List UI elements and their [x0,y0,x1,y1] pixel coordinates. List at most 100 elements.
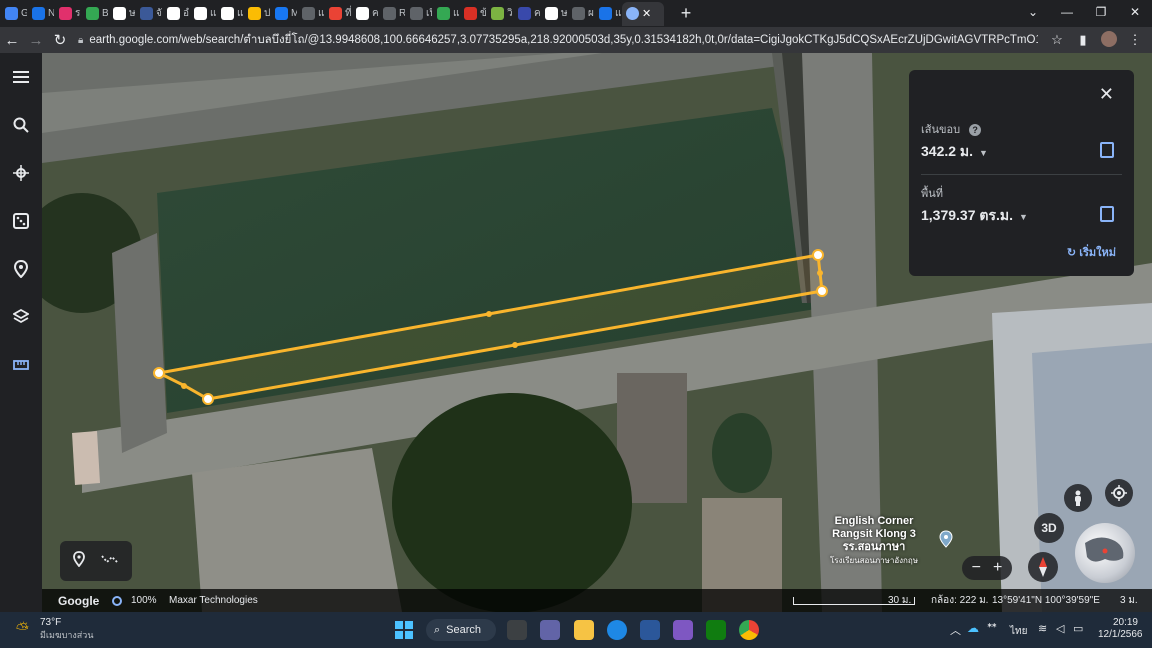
browser-tab[interactable]: ที่ [325,2,351,26]
tab-search-icon[interactable]: ⌄ [1016,0,1050,27]
browser-tab[interactable]: Ne [28,2,54,26]
taskbar-search-icon: ⌕ [434,623,441,636]
help-icon[interactable]: ? [969,124,982,136]
taskbar-search[interactable]: ⌕ Search [426,619,496,641]
wifi-icon[interactable]: ≋ [1038,622,1047,635]
browser-tab[interactable]: รา [55,2,81,26]
url-text[interactable]: earth.google.com/web/search/ตำบลบึงยี่โถ… [89,31,1038,49]
browser-tab[interactable]: แผ [217,2,243,26]
sidepanel-icon[interactable]: ▮ [1072,32,1094,48]
measure-icon[interactable] [9,353,33,377]
browser-tab[interactable]: ษบ [541,2,567,26]
chat-icon[interactable] [540,620,560,640]
tab-favicon-icon [275,7,288,20]
language-indicator[interactable]: ไทย [1010,624,1027,639]
pegman-icon[interactable] [1064,484,1092,512]
search-icon[interactable] [9,113,33,137]
maximize-icon[interactable]: ❐ [1084,0,1118,27]
back-icon[interactable]: ← [0,32,24,49]
task-view-icon[interactable] [507,620,527,640]
active-tab[interactable]: ✕ [622,1,664,26]
zoom-in-button[interactable]: + [993,559,1002,577]
tray-app-icon[interactable]: ᕯ [987,621,997,636]
feeling-lucky-icon[interactable] [9,209,33,233]
browser-tab[interactable]: คล [352,2,378,26]
imagery-credit[interactable]: Maxar Technologies [169,595,258,606]
browser-tab[interactable]: อำ [163,2,189,26]
weather-widget[interactable]: 73°F มีเมฆบางส่วน [40,617,93,641]
browser-tab[interactable]: Bu [82,2,108,26]
browser-tab[interactable]: ข้ [460,2,486,26]
onedrive-icon[interactable]: ☁︎ [967,621,979,635]
my-location-icon[interactable] [1105,479,1133,507]
site-info-icon[interactable]: 🔒︎ [78,35,83,46]
minimize-icon[interactable]: — [1050,0,1084,27]
chrome-menu-icon[interactable]: ⋮ [1124,32,1146,48]
browser-tab[interactable]: แบ [433,2,459,26]
close-tab-icon[interactable]: ✕ [642,7,651,20]
perimeter-value[interactable]: 342.2 ม. ▼ [921,141,988,163]
browser-tab[interactable]: แผ [190,2,216,26]
bookmark-star-icon[interactable]: ☆ [1046,32,1068,48]
browser-tab[interactable]: แข [595,2,621,26]
place-label-english[interactable]: English Corner Rangsit Klong 3 รร.สอนภาษ… [814,515,934,554]
browser-tab[interactable]: Gc [1,2,27,26]
coordinates[interactable]: 13°59'41"N 100°39'59"E [992,595,1100,606]
map-style-icon[interactable] [9,305,33,329]
3d-toggle-button[interactable]: 3D [1034,513,1064,543]
place-label[interactable]: English Corner Rangsit Klong 3 รร.สอนภาษ… [814,515,934,567]
edge-icon[interactable] [607,620,627,640]
close-panel-icon[interactable]: ✕ [1099,84,1114,105]
browser-tab[interactable]: แผ [298,2,324,26]
compass-icon[interactable] [1028,552,1058,582]
tab-favicon-icon [86,7,99,20]
address-bar[interactable]: 🔒︎ earth.google.com/web/search/ตำบลบึงยี… [78,29,1038,51]
tab-favicon-icon [5,7,18,20]
browser-tab[interactable]: ผล [568,2,594,26]
projects-icon[interactable] [9,257,33,281]
browser-tab[interactable]: M [271,2,297,26]
menu-icon[interactable] [9,65,33,89]
place-pin-icon[interactable] [939,530,953,548]
restart-button[interactable]: ↻ เริ่มใหม่ [1067,243,1116,261]
file-explorer-icon[interactable] [574,620,594,640]
clock[interactable]: 20:19 12/1/2566 [1098,617,1143,641]
tab-title: ผล [588,8,594,19]
xbox-icon[interactable] [706,620,726,640]
tab-title: เปิ [426,8,432,19]
weather-icon[interactable]: ⛅︎ [16,621,29,639]
new-tab-button[interactable]: + [674,3,698,24]
scale-label: 30 ม. [888,595,912,606]
battery-icon[interactable]: ▭ [1073,622,1083,635]
draw-path-icon[interactable] [101,552,119,570]
reload-icon[interactable]: ↻ [48,31,72,49]
google-logo: Google [58,593,100,608]
copy-perimeter-icon[interactable] [1100,142,1114,158]
profile-avatar[interactable] [1098,30,1120,50]
app-icon[interactable] [673,620,693,640]
browser-tab[interactable]: คง [514,2,540,26]
taskbar-search-label: Search [446,624,482,636]
browser-tab[interactable]: ปฏ [244,2,270,26]
browser-tab[interactable]: Ra [379,2,405,26]
start-icon[interactable] [395,621,413,644]
place-tools [60,541,132,581]
area-unit-dropdown-icon[interactable]: ▼ [1019,212,1028,222]
perimeter-unit-dropdown-icon[interactable]: ▼ [979,148,988,158]
forward-icon[interactable]: → [24,32,48,49]
globe-minimap[interactable] [1075,523,1135,583]
copy-area-icon[interactable] [1100,206,1114,222]
area-value[interactable]: 1,379.37 ตร.ม. ▼ [921,205,1028,227]
close-window-icon[interactable]: ✕ [1118,0,1152,27]
zoom-out-button[interactable]: − [972,559,981,577]
chrome-taskbar-icon[interactable] [739,620,759,640]
browser-tab[interactable]: วิ [487,2,513,26]
browser-tab[interactable]: เปิ [406,2,432,26]
add-placemark-icon[interactable] [73,550,85,572]
voyager-icon[interactable] [9,161,33,185]
tray-chevron-icon[interactable]: ︿ [950,622,961,638]
store-icon[interactable] [640,620,660,640]
browser-tab[interactable]: ษบ [109,2,135,26]
browser-tab[interactable]: จัง [136,2,162,26]
volume-icon[interactable]: ◁ [1056,622,1064,635]
